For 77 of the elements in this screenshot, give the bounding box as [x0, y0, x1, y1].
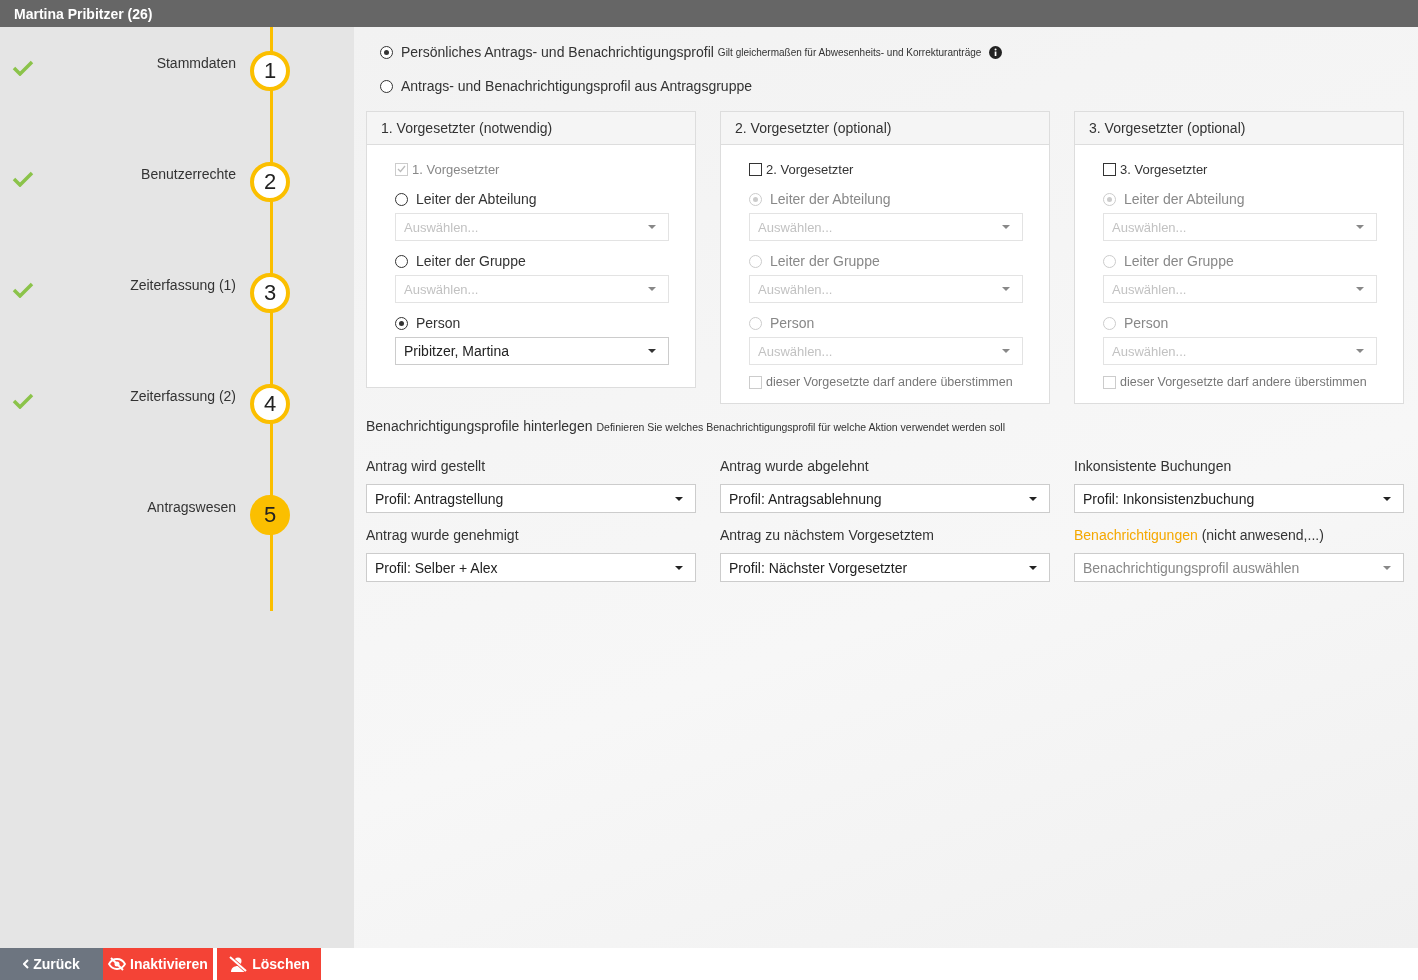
- field-label: Benachrichtigungen (nicht anwesend,...): [1074, 527, 1325, 545]
- radio-label: Leiter der Abteilung: [1124, 191, 1245, 207]
- delete-button[interactable]: Löschen: [217, 948, 321, 980]
- caret-icon: [1002, 349, 1010, 353]
- caret-icon: [1356, 349, 1364, 353]
- section-description: Definieren Sie welches Benachrichtigungsprofil für welche Aktion verwendet werden soll: [596, 421, 1006, 433]
- dropdown[interactable]: Profil: Selber + Alex: [366, 553, 696, 582]
- caret-icon: [1383, 496, 1391, 501]
- dropdown[interactable]: Pribitzer, Martina: [395, 337, 669, 365]
- dropdown[interactable]: Profil: Antragsablehnung: [720, 484, 1050, 513]
- field-label: Inkonsistente Buchungen: [1074, 458, 1233, 476]
- panel-title: 1. Vorgesetzter (notwendig): [367, 112, 695, 145]
- radio-button[interactable]: [395, 192, 408, 206]
- dropdown[interactable]: Benachrichtigungsprofil auswählen: [1074, 553, 1404, 582]
- radio-label: Person: [770, 315, 815, 331]
- step-number[interactable]: 1: [250, 51, 290, 91]
- caret-icon: [1029, 496, 1037, 501]
- field-label: Antrag wurde abgelehnt: [720, 458, 870, 476]
- hint-text: Gilt gleichermaßen für Abwesenheits- und Korrekturanträge: [717, 46, 982, 58]
- field-label: Antrag zu nächstem Vorgesetztem: [720, 527, 935, 545]
- step-number[interactable]: 3: [250, 273, 290, 313]
- radio-label: Leiter der Abteilung: [770, 191, 891, 207]
- checkmark-icon: [12, 171, 34, 187]
- caret-icon: [1356, 287, 1364, 291]
- radio-label: Leiter der Gruppe: [416, 253, 526, 269]
- radio-button[interactable]: [380, 45, 393, 59]
- info-icon[interactable]: [989, 45, 1003, 59]
- checkmark-icon: [12, 60, 34, 76]
- inactivate-button[interactable]: Inaktivieren: [103, 948, 213, 980]
- step-number[interactable]: 2: [250, 162, 290, 202]
- checkbox-label: dieser Vorgesetzte darf andere überstimmen: [1120, 375, 1367, 389]
- radio-label: Person: [416, 315, 461, 331]
- checkmark-icon: [12, 282, 34, 298]
- radio-label: Person: [1124, 315, 1169, 331]
- dropdown[interactable]: Profil: Nächster Vorgesetzter: [720, 553, 1050, 582]
- step-label[interactable]: Zeiterfassung (1): [48, 277, 236, 293]
- user-slash-icon: [228, 956, 249, 972]
- step-label[interactable]: Stammdaten: [48, 55, 236, 71]
- panel-title: 3. Vorgesetzter (optional): [1075, 112, 1403, 145]
- radio-label: Persönliches Antrags- und Benachrichtigungsprofil: [401, 44, 714, 60]
- caret-icon: [648, 287, 656, 291]
- caret-icon: [1002, 287, 1010, 291]
- step-label[interactable]: Benutzerrechte: [48, 166, 236, 182]
- radio-button[interactable]: [395, 316, 408, 330]
- radio-button[interactable]: [395, 254, 408, 268]
- step-number[interactable]: 5: [250, 495, 290, 535]
- radio-label: Antrags- und Benachrichtigungsprofil aus Antragsgruppe: [401, 78, 752, 94]
- section-title: Benachrichtigungsprofile hinterlegen: [366, 418, 593, 434]
- caret-icon: [675, 496, 683, 501]
- chevron-left-icon: [23, 959, 30, 969]
- radio-label: Leiter der Abteilung: [416, 191, 537, 207]
- radio-label: Leiter der Gruppe: [770, 253, 880, 269]
- radio-label: Leiter der Gruppe: [1124, 253, 1234, 269]
- checkmark-icon: [12, 393, 34, 409]
- step-number[interactable]: 4: [250, 384, 290, 424]
- field-label: Antrag wurde genehmigt: [366, 527, 520, 545]
- step-label[interactable]: Zeiterfassung (2): [48, 388, 236, 404]
- window-title: Martina Pribitzer (26): [14, 5, 153, 22]
- eye-slash-icon: [108, 957, 127, 971]
- caret-icon: [1356, 225, 1364, 229]
- caret-icon: [1002, 225, 1010, 229]
- caret-icon: [675, 565, 683, 570]
- dropdown[interactable]: Profil: Inkonsistenzbuchung: [1074, 484, 1404, 513]
- caret-icon: [1029, 565, 1037, 570]
- checkbox-label: 1. Vorgesetzter: [412, 161, 500, 177]
- dropdown[interactable]: Profil: Antragstellung: [366, 484, 696, 513]
- checkbox-label: dieser Vorgesetzte darf andere überstimmen: [766, 375, 1013, 389]
- caret-icon: [1383, 565, 1391, 570]
- caret-icon: [648, 349, 656, 353]
- caret-icon: [648, 225, 656, 229]
- radio-button[interactable]: [380, 79, 393, 93]
- checkbox-label: 2. Vorgesetzter: [766, 161, 854, 177]
- step-label[interactable]: Antragswesen: [48, 499, 236, 515]
- panel-title: 2. Vorgesetzter (optional): [721, 112, 1049, 145]
- back-button[interactable]: Zurück: [0, 948, 103, 980]
- checkbox-label: 3. Vorgesetzter: [1120, 161, 1208, 177]
- field-label: Antrag wird gestellt: [366, 458, 487, 476]
